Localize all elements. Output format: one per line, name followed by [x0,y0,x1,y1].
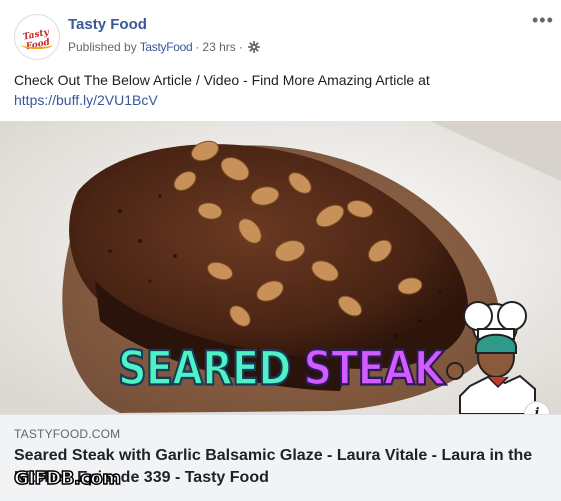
video-caption: SEARED STEAK [117,341,446,398]
caption-word-steak: STEAK [302,341,445,398]
facebook-post-card: Tasty Food Tasty Food Published by Tasty… [0,0,561,501]
publisher-link[interactable]: TastyFood [140,40,193,54]
post-body: Check Out The Below Article / Video - Fi… [14,70,554,110]
published-by-label: Published by [68,40,137,54]
post-text: Check Out The Below Article / Video - Fi… [14,72,430,88]
post-link[interactable]: https://buff.ly/2VU1BcV [14,90,554,110]
avatar-logo-text: Tasty Food [22,27,51,53]
page-name-link[interactable]: Tasty Food [68,16,147,33]
meta-separator: · [195,40,200,54]
preview-domain: TASTYFOOD.COM [14,427,121,441]
gear-icon[interactable] [247,41,260,53]
caption-word-seared: SEARED [117,341,292,398]
post-meta: Published by TastyFood · 23 hrs · [68,40,260,54]
video-media[interactable]: SEARED STEAK [0,121,561,414]
avatar-logo-swoosh [21,41,53,49]
page-avatar[interactable]: Tasty Food [14,14,60,60]
ellipsis-icon[interactable]: ••• [532,11,554,29]
post-timestamp[interactable]: 23 hrs [202,40,235,54]
meta-separator: · [238,40,243,54]
gifdb-watermark: GIFDB.com [13,467,122,490]
